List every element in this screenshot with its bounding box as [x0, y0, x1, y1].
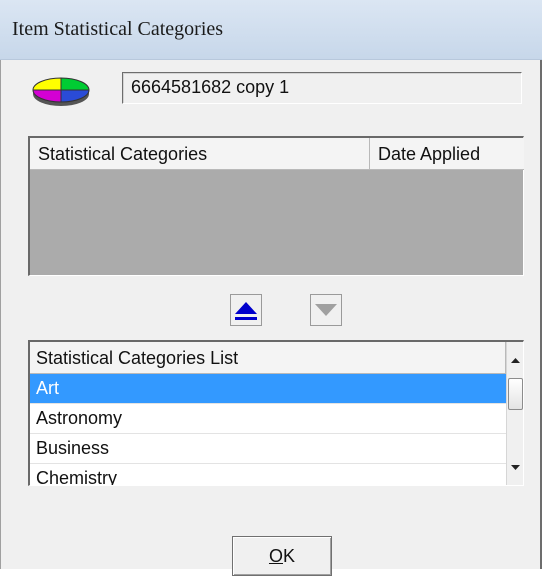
column-header-date-applied[interactable]: Date Applied [370, 138, 524, 170]
scroll-up-arrow-icon[interactable] [507, 346, 524, 374]
list-item[interactable]: Business [30, 434, 506, 464]
dialog-body: 6664581682 copy 1 Statistical Categories… [0, 60, 542, 576]
item-barcode-field: 6664581682 copy 1 [122, 72, 522, 104]
list-item[interactable]: Art [30, 374, 506, 404]
dialog-left-edge [0, 60, 1, 569]
ok-mnemonic-letter: O [268, 546, 283, 566]
vertical-scrollbar[interactable] [506, 342, 524, 485]
statistical-categories-list[interactable]: Statistical Categories List Art Astronom… [28, 340, 524, 486]
item-statistical-categories-dialog: Item Statistical Categories 6664581682 c… [0, 0, 542, 576]
list-item[interactable]: Chemistry [30, 464, 506, 485]
up-arrow-icon [235, 302, 257, 320]
move-down-button[interactable] [310, 294, 342, 326]
ok-label-rest: K [283, 546, 296, 566]
column-header-statistical-categories[interactable]: Statistical Categories [30, 138, 370, 170]
scrollbar-thumb[interactable] [508, 378, 523, 410]
window-title: Item Statistical Categories [12, 18, 224, 40]
applied-categories-list[interactable]: Statistical Categories Date Applied [28, 136, 524, 276]
column-header-categories-list[interactable]: Statistical Categories List [30, 342, 506, 374]
move-up-button[interactable] [230, 294, 262, 326]
pie-chart-icon [32, 77, 90, 106]
category-rows: Art Astronomy Business Chemistry [30, 374, 506, 485]
ok-button[interactable]: OK [232, 536, 332, 576]
list-item[interactable]: Astronomy [30, 404, 506, 434]
down-arrow-icon [315, 304, 337, 316]
title-bar[interactable]: Item Statistical Categories [0, 0, 542, 60]
scroll-down-arrow-icon[interactable] [507, 454, 524, 482]
